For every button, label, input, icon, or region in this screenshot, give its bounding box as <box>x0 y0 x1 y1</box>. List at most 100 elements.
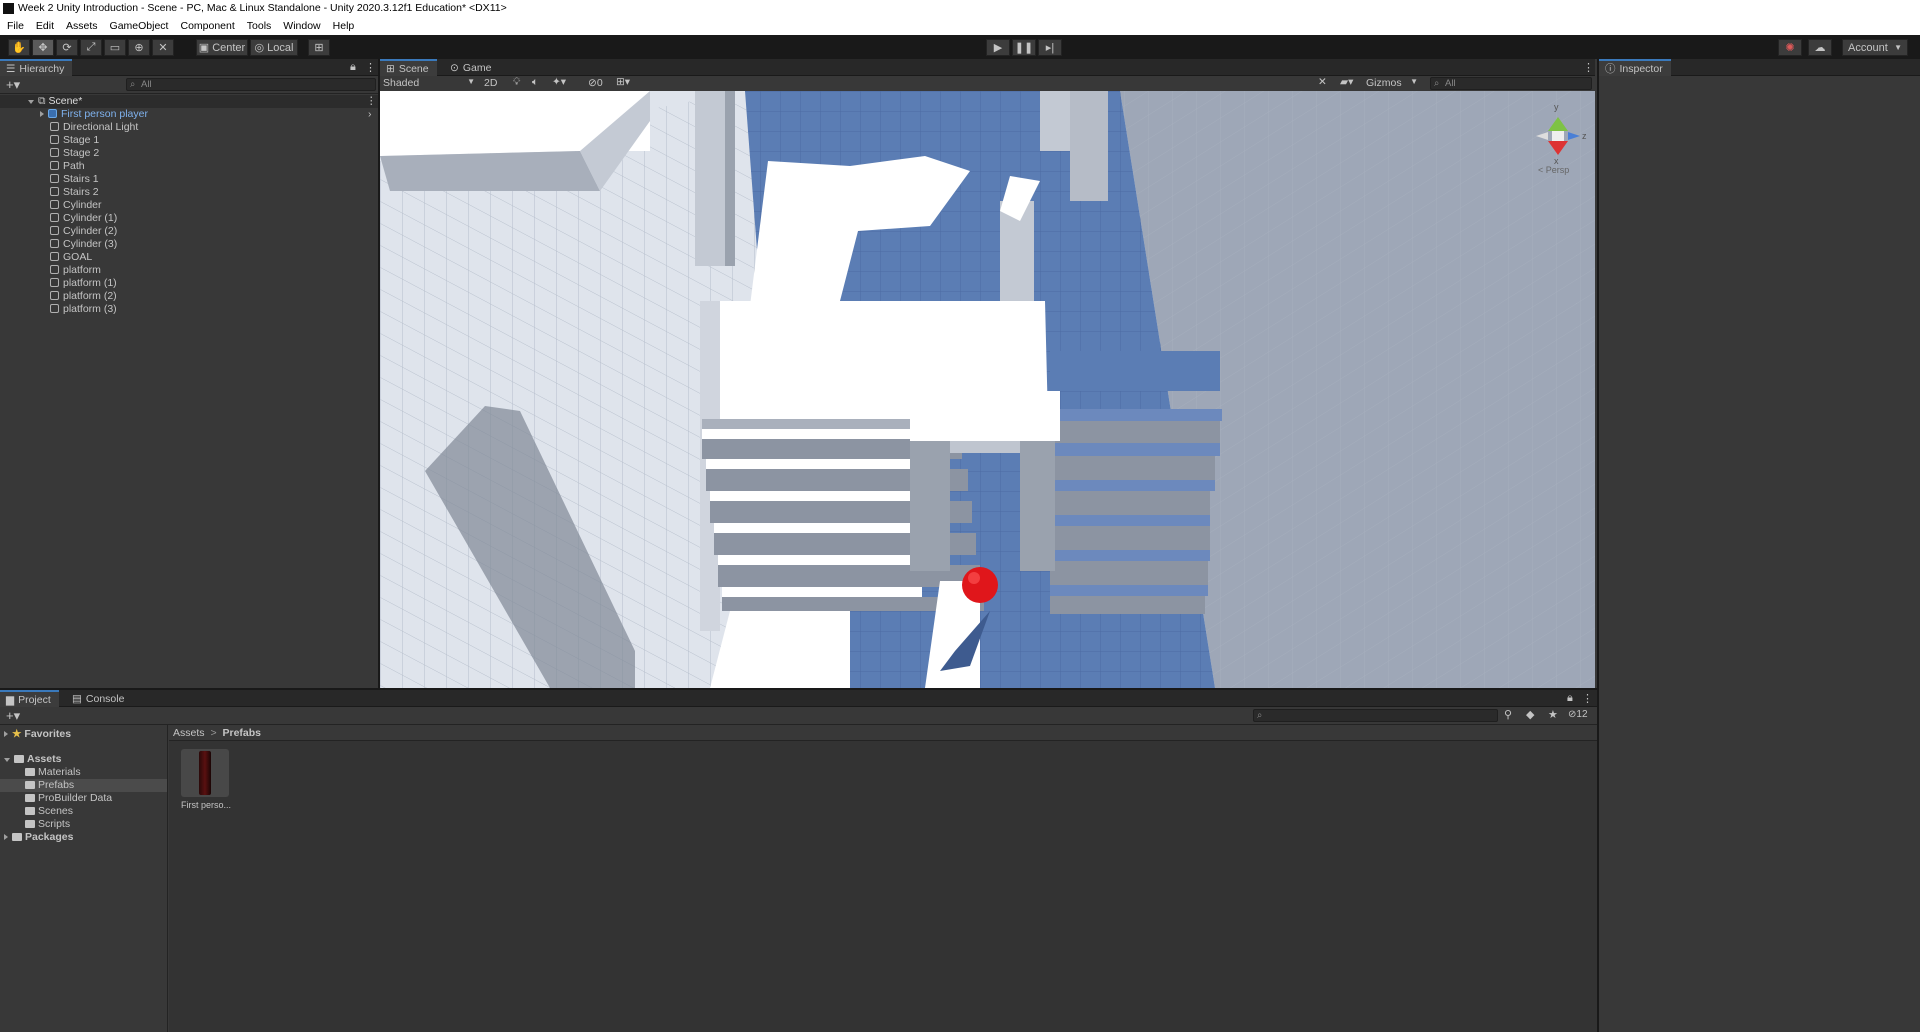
menu-file[interactable]: File <box>7 20 24 32</box>
expand-arrow-icon <box>4 731 8 737</box>
assets-folder-row[interactable]: Assets <box>4 753 61 766</box>
hierarchy-icon: ☰ <box>6 62 16 75</box>
hierarchy-item[interactable]: Cylinder (2) <box>0 225 378 238</box>
hierarchy-item[interactable]: Stage 1 <box>0 134 378 147</box>
hierarchy-item[interactable]: Cylinder <box>0 199 378 212</box>
expand-arrow-icon <box>28 100 34 104</box>
hierarchy-item[interactable]: platform (1) <box>0 277 378 290</box>
create-plus-icon[interactable]: +▾ <box>6 77 20 93</box>
pivot-center-button[interactable]: ▣ Center <box>196 39 248 56</box>
hierarchy-item[interactable]: platform <box>0 264 378 277</box>
hierarchy-item[interactable]: Stairs 1 <box>0 173 378 186</box>
create-plus-icon[interactable]: +▾ <box>6 708 20 724</box>
folder-scenes[interactable]: Scenes <box>25 805 73 818</box>
hierarchy-item[interactable]: Stairs 2 <box>0 186 378 199</box>
hand-tool-button[interactable]: ✋ <box>8 39 30 56</box>
play-button[interactable]: ▶ <box>986 39 1010 56</box>
gameobject-icon <box>50 174 59 183</box>
project-search-input[interactable]: ⌕ <box>1253 709 1498 722</box>
gameobject-icon <box>50 122 59 131</box>
orientation-gizmo[interactable]: y z x < Persp <box>1528 99 1588 175</box>
perspective-label[interactable]: < Persp <box>1538 165 1569 175</box>
cloud-button[interactable]: ☁ <box>1808 39 1832 56</box>
favorites-label: Favorites <box>24 728 72 740</box>
move-icon: ✥ <box>38 42 48 54</box>
tab-scene[interactable]: ⊞ Scene <box>380 59 437 76</box>
pivot-local-button[interactable]: ◎ Local <box>250 39 298 56</box>
step-button[interactable]: ▸| <box>1038 39 1062 56</box>
hidden-objects-toggle[interactable]: ⊘0 <box>588 77 603 89</box>
menu-gameobject[interactable]: GameObject <box>110 20 169 32</box>
hierarchy-item[interactable]: Path <box>0 160 378 173</box>
tab-project[interactable]: ▆ Project <box>0 690 59 707</box>
chevron-right-icon[interactable]: › <box>368 108 372 121</box>
audio-toggle-icon[interactable]: 🔈︎ <box>532 76 538 89</box>
menu-edit[interactable]: Edit <box>36 20 54 32</box>
hierarchy-item[interactable]: GOAL <box>0 251 378 264</box>
menu-tools[interactable]: Tools <box>247 20 272 32</box>
scene-menu-icon[interactable]: ⋮ <box>366 95 377 108</box>
scene-search-input[interactable]: ⌕ All <box>1430 77 1592 90</box>
hierarchy-item[interactable]: Cylinder (3) <box>0 238 378 251</box>
scene-panel-menu-icon[interactable]: ⋮ <box>1583 61 1594 74</box>
custom-tool-button[interactable]: ✕ <box>152 39 174 56</box>
item-label: Stairs 2 <box>63 186 99 198</box>
rect-tool-button[interactable]: ▭ <box>104 39 126 56</box>
menu-window[interactable]: Window <box>283 20 320 32</box>
account-dropdown[interactable]: Account ▼ <box>1842 39 1908 56</box>
lock-icon[interactable]: 🔒︎ <box>1567 692 1573 705</box>
item-label: Directional Light <box>63 121 139 133</box>
breadcrumb-prefabs[interactable]: Prefabs <box>223 727 262 739</box>
collab-button[interactable]: ✺ <box>1778 39 1802 56</box>
project-panel-menu-icon[interactable]: ⋮ <box>1582 692 1593 705</box>
lighting-toggle-icon[interactable]: 💡︎ <box>513 76 520 89</box>
panel-menu-icon[interactable]: ⋮ <box>365 61 376 74</box>
shading-mode-dropdown[interactable]: Shaded ▼ <box>383 77 475 89</box>
gizmos-dropdown[interactable]: Gizmos ▼ <box>1366 77 1418 89</box>
scene-viewport[interactable]: y z x < Persp <box>380 91 1595 688</box>
favorites-row[interactable]: ★ Favorites <box>4 728 71 741</box>
folder-probuilder-data[interactable]: ProBuilder Data <box>25 792 112 805</box>
rotate-tool-button[interactable]: ⟳ <box>56 39 78 56</box>
hierarchy-item-first-person-player[interactable]: First person player › <box>0 108 378 121</box>
effects-dropdown-icon[interactable]: ✦▾ <box>552 76 566 88</box>
hierarchy-item[interactable]: platform (2) <box>0 290 378 303</box>
folder-scripts[interactable]: Scripts <box>25 818 70 831</box>
gameobject-icon <box>50 265 59 274</box>
menu-help[interactable]: Help <box>333 20 355 32</box>
hidden-packages-toggle[interactable]: ⊘12 <box>1568 709 1588 720</box>
menu-component[interactable]: Component <box>180 20 234 32</box>
hierarchy-item[interactable]: platform (3) <box>0 303 378 316</box>
hierarchy-item[interactable]: Directional Light <box>0 121 378 134</box>
folder-materials[interactable]: Materials <box>25 766 81 779</box>
lock-icon[interactable]: 🔒︎ <box>350 61 356 74</box>
transform-tool-button[interactable]: ⊕ <box>128 39 150 56</box>
hierarchy-item[interactable]: Cylinder (1) <box>0 212 378 225</box>
tab-hierarchy[interactable]: ☰ Hierarchy <box>0 59 73 76</box>
grid-dropdown-icon[interactable]: ⊞▾ <box>616 76 630 88</box>
scale-tool-button[interactable]: ⤢ <box>80 39 102 56</box>
filter-label-icon[interactable]: ◆ <box>1526 708 1534 721</box>
toggle-2d-button[interactable]: 2D <box>484 77 497 89</box>
hierarchy-item[interactable]: Stage 2 <box>0 147 378 160</box>
inspector-panel: ⓘ Inspector <box>1597 59 1920 1032</box>
menu-assets[interactable]: Assets <box>66 20 98 32</box>
move-tool-button[interactable]: ✥ <box>32 39 54 56</box>
folder-prefabs[interactable]: Prefabs <box>0 779 167 792</box>
hierarchy-search-input[interactable]: ⌕ All <box>126 78 376 91</box>
pause-button[interactable]: ❚❚ <box>1012 39 1036 56</box>
favorite-star-icon[interactable]: ★ <box>1548 708 1558 721</box>
asset-item-first-person-player[interactable]: First perso... <box>181 749 231 811</box>
scene-root-row[interactable]: ⧉ Scene* ⋮ <box>0 95 378 108</box>
camera-dropdown-icon[interactable]: ▰▾ <box>1340 76 1353 88</box>
step-icon: ▸| <box>1045 42 1055 54</box>
tab-console[interactable]: ▤ Console <box>66 690 132 707</box>
scene-tools-icon[interactable]: ✕ <box>1318 76 1327 88</box>
tab-inspector[interactable]: ⓘ Inspector <box>1599 59 1671 76</box>
breadcrumb-assets[interactable]: Assets <box>173 727 205 739</box>
gameobject-icon <box>50 226 59 235</box>
tab-game[interactable]: ⊙ Game <box>444 59 499 76</box>
grid-snap-button[interactable]: ⊞ <box>308 39 330 56</box>
packages-folder-row[interactable]: Packages <box>4 831 73 844</box>
filter-type-icon[interactable]: ⚲ <box>1504 708 1512 721</box>
